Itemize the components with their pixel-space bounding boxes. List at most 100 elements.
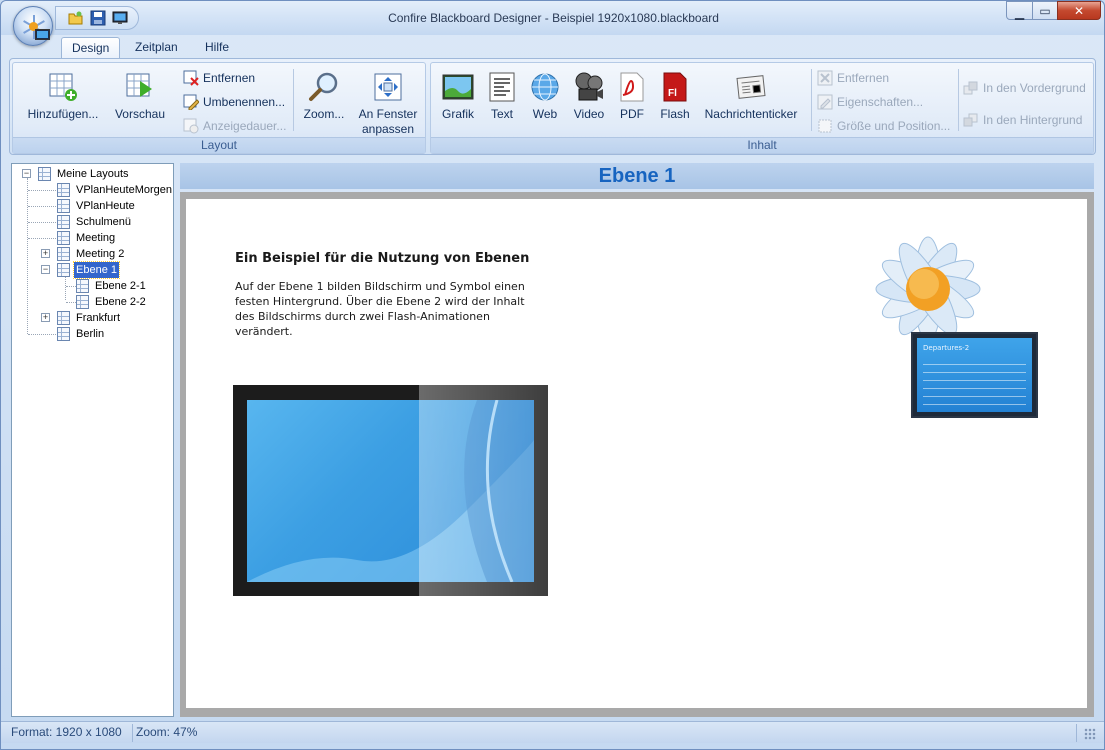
tree-item-label-selected: Ebene 1 [73, 261, 120, 279]
preview-button[interactable]: Vorschau [109, 67, 171, 122]
text-button[interactable]: Text [483, 67, 521, 122]
fit-window-button[interactable]: An Fenster anpassen [353, 67, 423, 137]
fit-window-label-1: An Fenster [358, 107, 418, 121]
layout-icon [57, 183, 70, 197]
tab-hilfe[interactable]: Hilfe [195, 37, 239, 59]
layout-icon [57, 327, 70, 341]
canvas-heading[interactable]: Ein Beispiel für die Nutzung von Ebenen [235, 251, 529, 266]
tree-item-label: Meeting [76, 232, 116, 244]
add-layout-button[interactable]: Hinzufügen... [23, 67, 103, 122]
monitor-glare [419, 385, 548, 596]
layout-group-label: Layout [13, 137, 425, 153]
properties-button[interactable]: Eigenschaften... [817, 92, 923, 112]
content-group-label: Inhalt [431, 137, 1093, 153]
send-to-back-label: In den Hintergrund [983, 113, 1083, 127]
maximize-button[interactable]: ▭ [1032, 1, 1058, 20]
video-label: Video [573, 107, 605, 121]
status-format: Format: 1920 x 1080 [11, 725, 122, 739]
tree-item-label: Ebene 2-2 [95, 296, 146, 308]
text-document-icon [486, 71, 518, 103]
display-duration-button[interactable]: Anzeigedauer... [183, 116, 286, 136]
send-back-icon [963, 112, 979, 128]
remove-layout-button[interactable]: Entfernen [183, 68, 255, 88]
window-title: Confire Blackboard Designer - Beispiel 1… [388, 11, 719, 25]
expand-icon[interactable]: + [41, 313, 50, 322]
layout-icon [76, 279, 89, 293]
fit-window-label-2: anpassen [361, 122, 415, 136]
duration-icon [183, 118, 199, 134]
application-menu-button[interactable] [13, 6, 53, 46]
tree-item-label: VPlanHeute [76, 200, 135, 212]
remove-content-button[interactable]: Entfernen [817, 68, 889, 88]
globe-icon [529, 71, 561, 103]
svg-text:Fl: Fl [668, 88, 677, 99]
tree-item-vplanheutemorgen[interactable]: VPlanHeuteMorgen [12, 182, 172, 198]
news-ticker-label: Nachrichtenticker [704, 107, 798, 121]
departures-screen-graphic[interactable]: Departures-2 [911, 332, 1038, 418]
layout-folder-icon [38, 167, 51, 181]
resize-grip-icon[interactable] [1084, 728, 1096, 740]
tree-item-label: Meeting 2 [76, 248, 125, 260]
content-separator-2 [958, 69, 959, 131]
send-to-back-button[interactable]: In den Hintergrund [963, 110, 1082, 130]
display-duration-label: Anzeigedauer... [203, 119, 287, 133]
tab-design[interactable]: Design [61, 37, 121, 59]
layout-icon [57, 199, 70, 213]
tree-root[interactable]: − Meine Layouts [12, 166, 172, 182]
properties-icon [817, 94, 833, 110]
mini-screen-title: Departures-2 [923, 344, 970, 352]
size-position-button[interactable]: Größe und Position... [817, 116, 950, 136]
zoom-button[interactable]: Zoom... [299, 67, 349, 122]
graphic-label: Grafik [441, 107, 474, 121]
text-label: Text [490, 107, 513, 121]
flash-button[interactable]: Fl Flash [655, 67, 695, 122]
rename-icon [183, 94, 200, 111]
tree-item-ebene-1[interactable]: − Ebene 1 [12, 261, 172, 279]
tree-item-label: Ebene 2-1 [95, 280, 146, 292]
collapse-icon[interactable]: − [41, 265, 50, 274]
tree-item-ebene-2-1[interactable]: Ebene 2-1 [12, 278, 172, 294]
tree-item-vplanheute[interactable]: VPlanHeute [12, 198, 172, 214]
graphic-button[interactable]: Grafik [437, 67, 479, 122]
news-ticker-button[interactable]: Nachrichtenticker [701, 67, 801, 122]
web-button[interactable]: Web [525, 67, 565, 122]
canvas-text-line: Auf der Ebene 1 bilden Bildschirm und Sy… [235, 280, 525, 293]
layout-icon [57, 311, 70, 325]
bring-front-icon [963, 80, 979, 96]
flash-label: Flash [660, 107, 690, 121]
tree-item-ebene-2-2[interactable]: Ebene 2-2 [12, 294, 172, 310]
tree-item-meeting[interactable]: Meeting [12, 230, 172, 246]
bring-to-front-button[interactable]: In den Vordergrund [963, 78, 1086, 98]
close-button[interactable]: ✕ [1057, 1, 1101, 20]
tab-zeitplan[interactable]: Zeitplan [125, 37, 188, 59]
tree-item-label: VPlanHeuteMorgen [76, 184, 173, 196]
tree-item-frankfurt[interactable]: + Frankfurt [12, 310, 172, 326]
content-separator-1 [811, 69, 812, 131]
remove-content-label: Entfernen [837, 71, 890, 85]
design-canvas[interactable]: Ein Beispiel für die Nutzung von Ebenen … [186, 199, 1087, 708]
rename-layout-button[interactable]: Umbenennen... [183, 92, 285, 112]
size-position-label: Größe und Position... [837, 119, 951, 133]
canvas-text-line: verändert. [235, 325, 293, 338]
remove-disabled-icon [817, 70, 833, 86]
image-icon [442, 71, 474, 103]
canvas-text-block[interactable]: Auf der Ebene 1 bilden Bildschirm und Sy… [235, 279, 535, 339]
tree-item-berlin[interactable]: Berlin [12, 326, 172, 342]
remove-icon [183, 70, 199, 86]
pdf-button[interactable]: PDF [613, 67, 651, 122]
properties-label: Eigenschaften... [837, 95, 924, 109]
monitor-graphic[interactable] [233, 385, 548, 596]
layer-title: Ebene 1 [180, 163, 1094, 189]
magnifier-icon [308, 71, 340, 103]
zoom-label: Zoom... [303, 107, 345, 121]
minimize-button[interactable]: ▁ [1006, 1, 1033, 20]
ribbon-tabs: Design Zeitplan Hilfe [1, 35, 1104, 59]
expand-icon[interactable]: + [41, 249, 50, 258]
ribbon: Hinzufügen... Vorschau Entfernen Umbenen… [9, 58, 1096, 155]
tree-item-label: Frankfurt [76, 312, 121, 324]
layout-separator [293, 69, 294, 131]
tree-item-meeting-2[interactable]: + Meeting 2 [12, 246, 172, 262]
collapse-icon[interactable]: − [22, 169, 31, 178]
tree-item-schulmenu[interactable]: Schulmenü [12, 214, 172, 230]
video-button[interactable]: Video [569, 67, 609, 122]
